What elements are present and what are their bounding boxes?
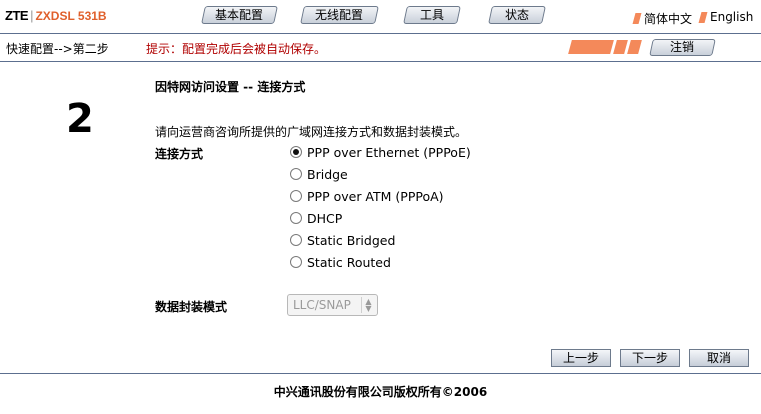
tab-basic-config[interactable]: 基本配置 xyxy=(201,6,278,24)
lang-flag-icon xyxy=(698,11,708,23)
progress-segment xyxy=(627,40,642,54)
radio-pppoe[interactable]: PPP over Ethernet (PPPoE) xyxy=(290,143,471,161)
footer-divider xyxy=(0,373,761,374)
logout-label: 注销 xyxy=(670,40,695,54)
radio-button[interactable] xyxy=(290,146,302,158)
radio-label: DHCP xyxy=(307,210,343,226)
lang-english-label: English xyxy=(710,10,754,24)
radio-label: Static Bridged xyxy=(307,232,396,248)
radio-label: PPP over Ethernet (PPPoE) xyxy=(307,144,471,160)
connection-type-label: 连接方式 xyxy=(155,147,204,161)
cancel-button[interactable]: 取消 xyxy=(689,349,749,367)
next-button[interactable]: 下一步 xyxy=(620,349,680,367)
select-arrows-icon: ▲ ▼ xyxy=(361,297,375,313)
radio-label: PPP over ATM (PPPoA) xyxy=(307,188,444,204)
page-description: 请向运营商咨询所提供的广域网连接方式和数据封装模式。 xyxy=(155,125,468,139)
step-number: 2 xyxy=(66,96,94,142)
prev-button[interactable]: 上一步 xyxy=(551,349,611,367)
tab-wireless-config-label: 无线配置 xyxy=(315,8,364,22)
autosave-hint: 提示：配置完成后会被自动保存。 xyxy=(146,42,327,56)
tab-basic-config-label: 基本配置 xyxy=(215,8,264,22)
radio-static-routed[interactable]: Static Routed xyxy=(290,253,391,271)
zte-logo-text: ZTE xyxy=(5,8,29,23)
radio-bridge[interactable]: Bridge xyxy=(290,165,348,183)
brand-separator: | xyxy=(30,8,34,23)
radio-button[interactable] xyxy=(290,212,302,224)
lang-chinese-label: 简体中文 xyxy=(644,12,693,26)
tab-status-label: 状态 xyxy=(504,8,529,22)
subheader-divider xyxy=(0,61,761,62)
progress-segment xyxy=(568,40,614,54)
copyright-text: 中兴通讯股份有限公司版权所有©2006 xyxy=(273,385,488,399)
radio-button[interactable] xyxy=(290,234,302,246)
tab-wireless-config[interactable]: 无线配置 xyxy=(300,6,379,24)
radio-label: Bridge xyxy=(307,166,348,182)
lang-english-link[interactable]: English xyxy=(698,10,754,24)
progress-bars xyxy=(568,40,642,54)
radio-button[interactable] xyxy=(290,190,302,202)
radio-button[interactable] xyxy=(290,256,302,268)
radio-button[interactable] xyxy=(290,168,302,180)
encapsulation-label: 数据封装模式 xyxy=(155,300,228,314)
top-bar: ZTE | ZXDSL 531B 基本配置 无线配置 工具 状态 简体中文 Engl… xyxy=(0,0,761,33)
lang-chinese-link[interactable]: 简体中文 xyxy=(632,10,693,27)
tab-tools-label: 工具 xyxy=(419,8,444,22)
logout-button[interactable]: 注销 xyxy=(649,39,716,56)
tab-status[interactable]: 状态 xyxy=(488,6,546,24)
radio-pppoa[interactable]: PPP over ATM (PPPoA) xyxy=(290,187,444,205)
lang-flag-icon xyxy=(632,13,642,24)
progress-segment xyxy=(613,40,628,54)
model-name: ZXDSL 531B xyxy=(35,9,107,23)
encapsulation-value: LLC/SNAP xyxy=(293,298,351,312)
radio-static-bridged[interactable]: Static Bridged xyxy=(290,231,395,249)
brand-logo: ZTE | ZXDSL 531B xyxy=(5,8,107,23)
tab-tools[interactable]: 工具 xyxy=(403,6,461,24)
header-divider xyxy=(0,33,761,34)
breadcrumb: 快速配置-->第二步 xyxy=(6,42,109,56)
radio-dhcp[interactable]: DHCP xyxy=(290,209,342,227)
encapsulation-select[interactable]: LLC/SNAP ▲ ▼ xyxy=(287,294,378,316)
radio-label: Static Routed xyxy=(307,254,391,270)
page-title: 因特网访问设置 -- 连接方式 xyxy=(155,80,306,94)
